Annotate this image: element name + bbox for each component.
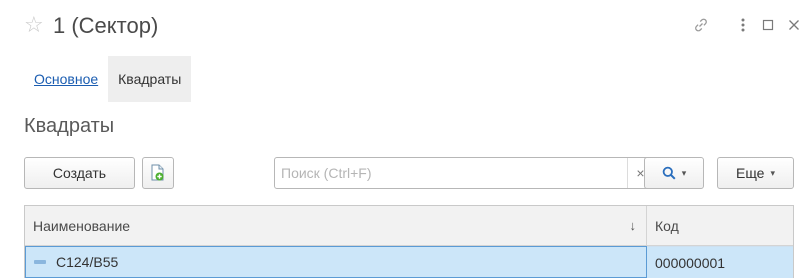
cell-name[interactable]: С124/В55: [25, 246, 647, 278]
close-icon[interactable]: [783, 14, 805, 36]
more-button[interactable]: Еще ▾: [717, 157, 794, 189]
column-header-name[interactable]: Наименование ↓: [25, 206, 647, 245]
chevron-down-icon: ▾: [770, 167, 776, 178]
window-title: 1 (Сектор): [53, 13, 159, 38]
column-header-label: Наименование: [33, 217, 131, 234]
search-input[interactable]: [275, 158, 615, 188]
maximize-icon[interactable]: [757, 14, 779, 36]
table-row[interactable]: С124/В55 000000001: [25, 246, 793, 278]
title-bar: ☆ 1 (Сектор): [0, 0, 808, 60]
copy-button[interactable]: [142, 157, 174, 189]
tab-main[interactable]: Основное: [24, 56, 108, 102]
cell-code[interactable]: 000000001: [647, 246, 793, 278]
tab-squares[interactable]: Квадраты: [108, 56, 192, 102]
close-icon-graphic: [789, 20, 799, 30]
copy-document-icon: [151, 164, 164, 181]
search-icon: [662, 166, 676, 180]
list-toolbar: Создать × ▾ Еще ▾: [24, 157, 794, 189]
section-title: Квадраты: [24, 115, 115, 137]
sort-descending-icon: ↓: [629, 218, 637, 233]
link-icon[interactable]: [690, 14, 712, 36]
more-vertical-icon-graphic: [741, 18, 745, 32]
more-vertical-icon[interactable]: [732, 14, 754, 36]
column-header-code[interactable]: Код: [647, 206, 793, 245]
favorite-star-icon[interactable]: ☆: [24, 14, 44, 36]
squares-table: Наименование ↓ Код С124/В55 000000001: [24, 205, 794, 278]
form-tabs: Основное Квадраты: [24, 56, 192, 102]
create-button[interactable]: Создать: [24, 157, 135, 189]
cell-name-text: С124/В55: [56, 254, 119, 270]
chevron-down-icon: ▾: [681, 167, 687, 178]
cell-code-text: 000000001: [655, 254, 726, 271]
more-button-label: Еще: [735, 165, 765, 181]
link-icon-graphic: [695, 18, 707, 32]
table-header: Наименование ↓ Код: [25, 206, 793, 246]
list-item-icon: [34, 260, 46, 264]
column-header-label: Код: [655, 217, 679, 234]
maximize-icon-graphic: [762, 19, 774, 31]
search-button[interactable]: ▾: [644, 157, 704, 189]
search-field: ×: [274, 157, 654, 189]
